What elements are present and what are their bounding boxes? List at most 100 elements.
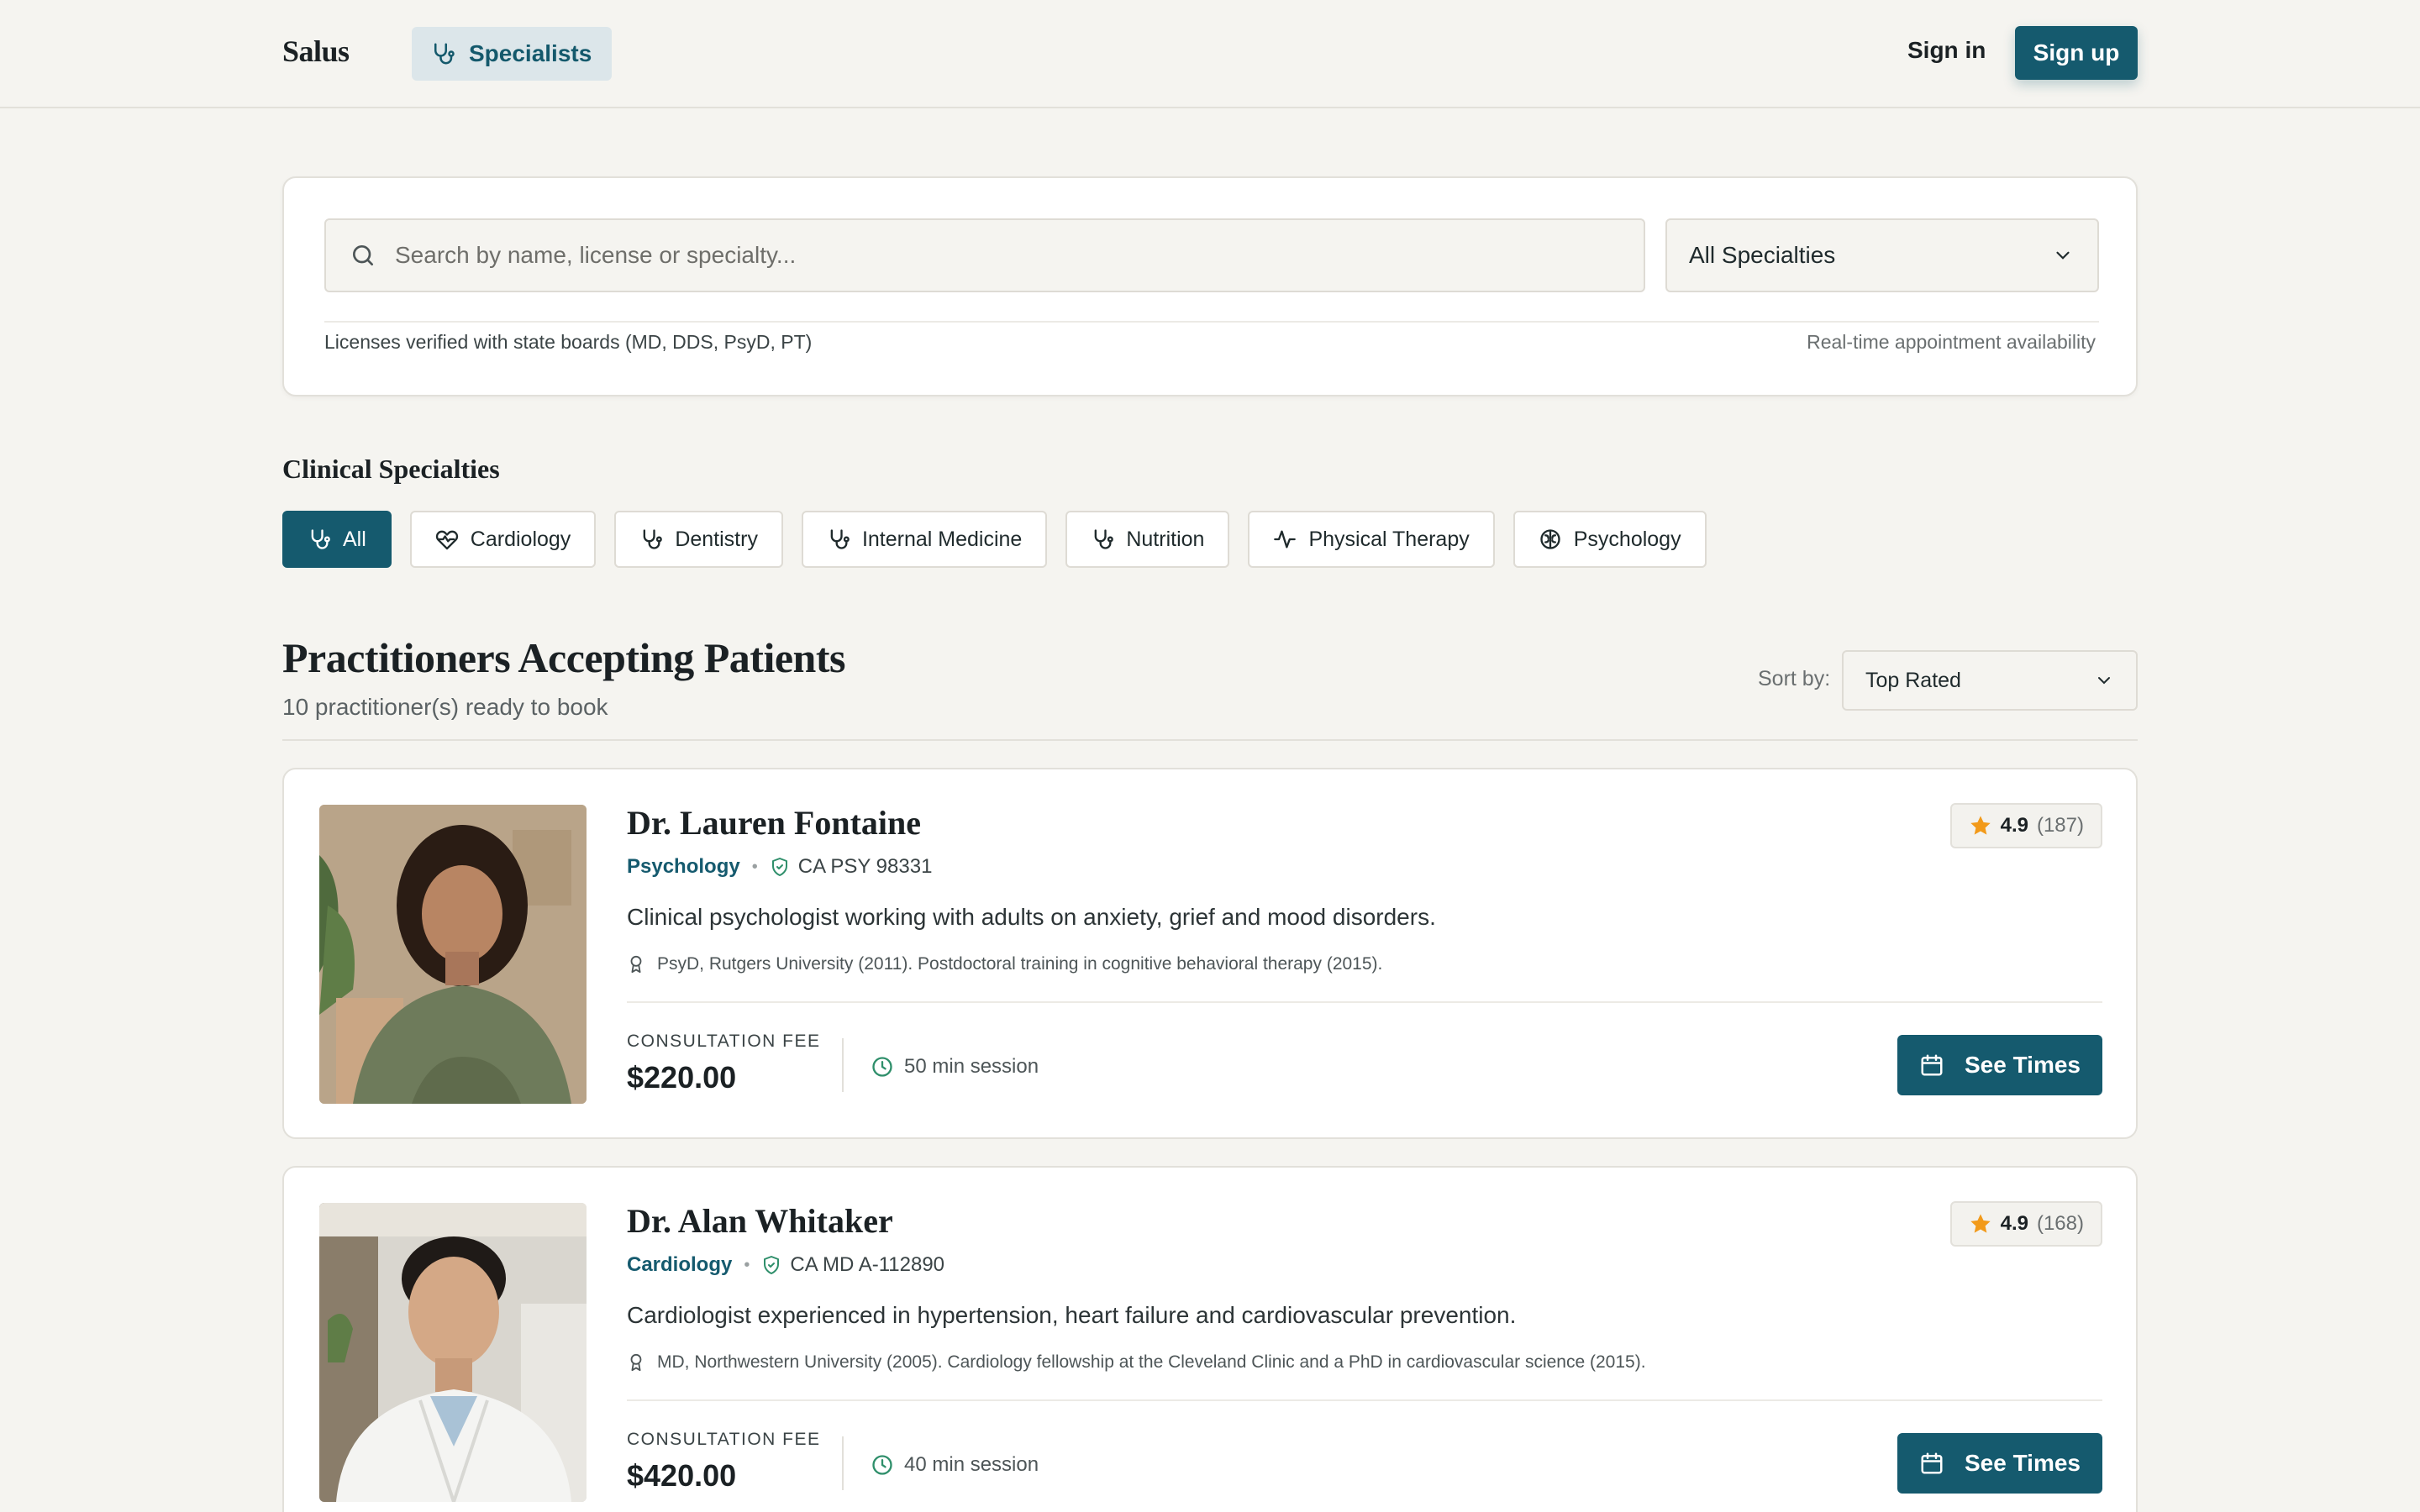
- heart-pulse-icon: [435, 530, 458, 550]
- nav-specialists-label: Specialists: [469, 40, 592, 66]
- stethoscope-icon: [311, 529, 330, 549]
- star-icon: [1970, 816, 1991, 835]
- fee-value: $420.00: [627, 1458, 737, 1493]
- chip-nutrition[interactable]: Nutrition: [1065, 511, 1230, 568]
- brain-icon: [1540, 529, 1560, 549]
- session-length: 50 min session: [871, 1055, 1039, 1079]
- review-count: (168): [2036, 1212, 2084, 1235]
- rating-score: 4.9: [2000, 1212, 2028, 1235]
- rating-score: 4.9: [2000, 814, 2028, 837]
- divider: [282, 739, 2138, 741]
- activity-icon: [1274, 530, 1297, 549]
- results-count: 10 practitioner(s) ready to book: [282, 694, 608, 720]
- availability-note: Real-time appointment availability: [1807, 331, 2096, 353]
- chip-physical-therapy[interactable]: Physical Therapy: [1248, 511, 1495, 568]
- rating-badge: 4.9 (168): [1949, 1201, 2102, 1247]
- session-text: 40 min session: [904, 1453, 1039, 1476]
- practitioner-name[interactable]: Dr. Alan Whitaker: [627, 1201, 893, 1241]
- stethoscope-icon: [1095, 529, 1114, 549]
- fee-value: $220.00: [627, 1060, 737, 1095]
- practitioner-education: PsyD, Rutgers University (2011). Postdoc…: [627, 954, 1382, 974]
- practitioner-name[interactable]: Dr. Lauren Fontaine: [627, 803, 921, 843]
- see-times-label: See Times: [1964, 1450, 2081, 1476]
- shield-check-icon: [764, 1256, 780, 1274]
- sort-select-value: Top Rated: [1865, 668, 1961, 692]
- practitioner-specialty[interactable]: Psychology: [627, 855, 740, 879]
- divider: [627, 1399, 2102, 1401]
- clock-icon: [872, 1455, 892, 1475]
- chip-dentistry[interactable]: Dentistry: [614, 511, 783, 568]
- license-number: CA PSY 98331: [797, 855, 933, 878]
- nav-specialists[interactable]: Specialists: [412, 27, 612, 81]
- shield-check-icon: [771, 858, 787, 876]
- divider: [324, 321, 2099, 323]
- award-icon: [630, 955, 642, 974]
- sort-select[interactable]: Top Rated: [1842, 650, 2138, 711]
- practitioner-card: Dr. Lauren Fontaine Psychology • CA PSY …: [282, 768, 2138, 1139]
- separator-dot: •: [751, 857, 758, 876]
- top-navigation-bar: Salus Specialists Sign in Sign up: [0, 0, 2420, 108]
- chip-label: Physical Therapy: [1308, 527, 1470, 551]
- see-times-label: See Times: [1964, 1052, 2081, 1078]
- practitioner-bio: Clinical psychologist working with adult…: [627, 904, 1436, 930]
- license-badge: CA PSY 98331: [770, 855, 933, 879]
- see-times-button[interactable]: See Times: [1897, 1035, 2102, 1095]
- practitioner-card: Dr. Alan Whitaker Cardiology • CA MD A-1…: [282, 1166, 2138, 1512]
- specialties-heading: Clinical Specialties: [282, 454, 500, 484]
- results-title: Practitioners Accepting Patients: [282, 634, 845, 681]
- practitioner-meta: Cardiology • CA MD A-112890: [627, 1253, 944, 1277]
- logo[interactable]: Salus: [282, 34, 350, 69]
- license-number: CA MD A-112890: [790, 1253, 945, 1276]
- rating-badge: 4.9 (187): [1949, 803, 2102, 848]
- stethoscope-icon: [434, 43, 455, 65]
- chip-all[interactable]: All: [282, 511, 392, 568]
- chip-cardiology[interactable]: Cardiology: [409, 511, 597, 568]
- award-icon: [630, 1353, 642, 1372]
- license-badge: CA MD A-112890: [761, 1253, 944, 1277]
- practitioner-bio: Cardiologist experienced in hypertension…: [627, 1302, 1517, 1328]
- divider: [842, 1038, 844, 1092]
- calendar-icon: [1921, 1054, 1943, 1076]
- chip-label: Nutrition: [1126, 527, 1205, 551]
- stethoscope-icon: [830, 529, 850, 549]
- specialty-select-value: All Specialties: [1689, 242, 1836, 268]
- divider: [842, 1436, 844, 1490]
- sort-label: Sort by:: [1758, 667, 1831, 690]
- education-text: PsyD, Rutgers University (2011). Postdoc…: [657, 954, 1383, 974]
- chevron-down-icon: [2056, 251, 2070, 260]
- education-text: MD, Northwestern University (2005). Card…: [657, 1352, 1646, 1372]
- verification-note: Licenses verified with state boards (MD,…: [324, 331, 813, 353]
- search-input[interactable]: Search by name, license or specialty...: [324, 218, 1645, 292]
- divider: [627, 1001, 2102, 1003]
- clock-icon: [872, 1057, 892, 1077]
- stethoscope-icon: [643, 529, 663, 549]
- search-panel: Search by name, license or specialty... …: [282, 176, 2138, 396]
- practitioner-specialty[interactable]: Cardiology: [627, 1253, 732, 1277]
- star-icon: [1970, 1214, 1991, 1233]
- chip-label: Internal Medicine: [861, 527, 1023, 551]
- chip-label: Dentistry: [675, 527, 758, 551]
- chip-label: Psychology: [1573, 527, 1681, 551]
- chip-internal-medicine[interactable]: Internal Medicine: [801, 511, 1048, 568]
- see-times-button[interactable]: See Times: [1897, 1433, 2102, 1494]
- session-text: 50 min session: [904, 1055, 1039, 1078]
- search-placeholder: Search by name, license or specialty...: [395, 242, 797, 268]
- sign-up-button[interactable]: Sign up: [2015, 26, 2138, 80]
- chip-label: All: [343, 527, 366, 551]
- session-length: 40 min session: [871, 1453, 1039, 1477]
- fee-label: CONSULTATION FEE: [627, 1032, 821, 1051]
- chip-label: Cardiology: [470, 527, 571, 551]
- practitioner-education: MD, Northwestern University (2005). Card…: [627, 1352, 1646, 1373]
- review-count: (187): [2036, 814, 2084, 837]
- specialty-select[interactable]: All Specialties: [1665, 218, 2099, 292]
- chip-psychology[interactable]: Psychology: [1512, 511, 1707, 568]
- separator-dot: •: [744, 1255, 750, 1274]
- calendar-icon: [1921, 1452, 1943, 1474]
- practitioner-meta: Psychology • CA PSY 98331: [627, 855, 932, 879]
- search-icon: [353, 245, 373, 265]
- sign-in-link[interactable]: Sign in: [1907, 37, 1986, 64]
- practitioner-photo[interactable]: [319, 805, 587, 1104]
- fee-label: CONSULTATION FEE: [627, 1430, 821, 1449]
- practitioner-photo[interactable]: [319, 1203, 587, 1502]
- specialty-chips: All Cardiology Dentistry Internal Medici…: [282, 511, 1707, 568]
